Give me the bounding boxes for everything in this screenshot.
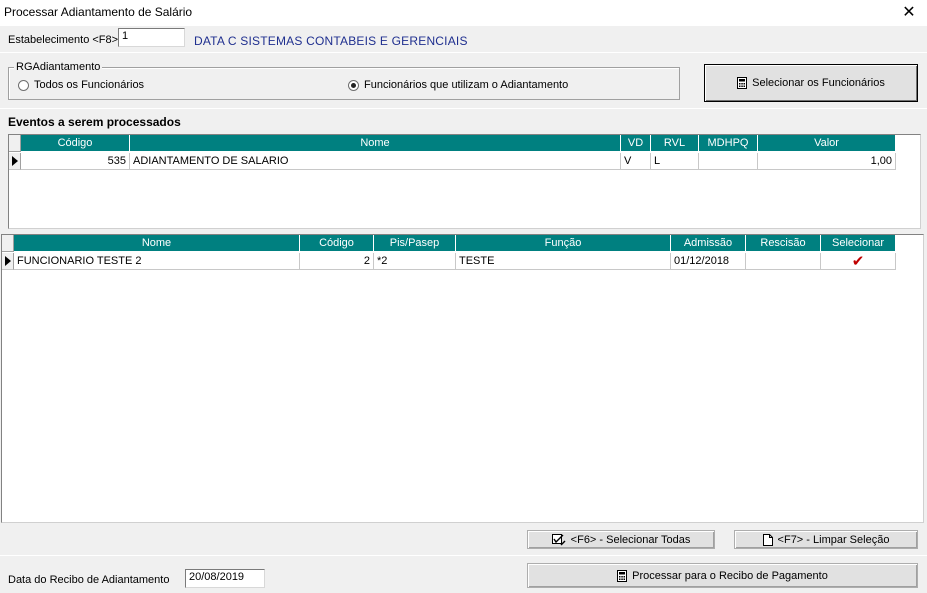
employee-funcao-cell[interactable]: TESTE xyxy=(456,253,671,270)
employees-grid: Nome Código Pis/Pasep Função Admissão Re… xyxy=(1,234,924,523)
col-header-codigo[interactable]: Código xyxy=(21,135,130,152)
check-edit-icon xyxy=(551,533,566,546)
employee-rescisao-cell[interactable] xyxy=(746,253,821,270)
employee-selected-check-icon[interactable]: ✔ xyxy=(821,253,896,270)
col-header-rvl[interactable]: RVL xyxy=(651,135,699,152)
select-employees-button[interactable]: Selecionar os Funcionários xyxy=(704,64,918,102)
select-all-button[interactable]: <F6> - Selecionar Todas xyxy=(527,530,715,549)
event-mdhpq-cell[interactable] xyxy=(699,153,758,170)
close-icon[interactable]: ✕ xyxy=(891,0,927,26)
event-codigo-cell[interactable]: 535 xyxy=(21,153,130,170)
employee-admissao-cell[interactable]: 01/12/2018 xyxy=(671,253,746,270)
select-employees-label: Selecionar os Funcionários xyxy=(752,77,885,89)
events-grid: Código Nome VD RVL MDHPQ Valor 535 ADIAN… xyxy=(8,134,921,229)
event-vd-cell[interactable]: V xyxy=(621,153,651,170)
employee-codigo-cell[interactable]: 2 xyxy=(300,253,374,270)
event-valor-cell[interactable]: 1,00 xyxy=(758,153,896,170)
estabelecimento-label: Estabelecimento <F8> xyxy=(8,34,119,46)
col-header-vd[interactable]: VD xyxy=(621,135,651,152)
employee-pis-cell[interactable]: *2 xyxy=(374,253,456,270)
radio-adiantamento-label: Funcionários que utilizam o Adiantamento xyxy=(364,79,569,91)
calculator-icon xyxy=(617,569,628,582)
title-bar: Processar Adiantamento de Salário ✕ xyxy=(0,0,927,26)
grid-header-indicator xyxy=(2,235,14,252)
col-header-pis-pasep[interactable]: Pis/Pasep xyxy=(374,235,456,252)
radio-circle-selected xyxy=(348,79,359,91)
col-header-codigo[interactable]: Código xyxy=(300,235,374,252)
col-header-nome[interactable]: Nome xyxy=(130,135,621,152)
col-header-mdhpq[interactable]: MDHPQ xyxy=(699,135,758,152)
process-receipt-label: Processar para o Recibo de Pagamento xyxy=(632,569,828,582)
radio-circle xyxy=(18,79,29,91)
estabelecimento-input[interactable]: 1 xyxy=(118,28,185,47)
select-all-label: <F6> - Selecionar Todas xyxy=(570,533,691,546)
events-section-title: Eventos a serem processados xyxy=(8,115,181,129)
col-header-admissao[interactable]: Admissão xyxy=(671,235,746,252)
row-indicator[interactable] xyxy=(2,253,14,270)
col-header-selecionar[interactable]: Selecionar xyxy=(821,235,896,252)
radio-funcionarios-adiantamento[interactable]: Funcionários que utilizam o Adiantamento xyxy=(348,79,568,91)
event-rvl-cell[interactable]: L xyxy=(651,153,699,170)
divider xyxy=(0,555,927,556)
company-name: DATA C SISTEMAS CONTABEIS E GERENCIAIS xyxy=(194,34,468,48)
col-header-nome[interactable]: Nome xyxy=(14,235,300,252)
divider xyxy=(0,108,927,109)
clear-selection-button[interactable]: <F7> - Limpar Seleção xyxy=(734,530,918,549)
event-nome-cell[interactable]: ADIANTAMENTO DE SALARIO xyxy=(130,153,621,170)
col-header-valor[interactable]: Valor xyxy=(758,135,896,152)
clear-selection-label: <F7> - Limpar Seleção xyxy=(777,533,890,546)
row-indicator[interactable] xyxy=(9,153,21,170)
grid-header-indicator xyxy=(9,135,21,152)
window-title: Processar Adiantamento de Salário xyxy=(4,5,193,19)
receipt-date-label: Data do Recibo de Adiantamento xyxy=(8,574,170,586)
radio-todos-label: Todos os Funcionários xyxy=(34,79,145,91)
process-receipt-button[interactable]: Processar para o Recibo de Pagamento xyxy=(527,563,918,588)
calculator-icon xyxy=(737,77,748,89)
receipt-date-input[interactable]: 20/08/2019 xyxy=(185,569,265,588)
document-icon xyxy=(762,533,773,546)
col-header-funcao[interactable]: Função xyxy=(456,235,671,252)
rg-adiantamento-legend: RGAdiantamento xyxy=(14,61,103,73)
radio-todos-funcionarios[interactable]: Todos os Funcionários xyxy=(18,79,144,91)
employee-nome-cell[interactable]: FUNCIONARIO TESTE 2 xyxy=(14,253,300,270)
col-header-rescisao[interactable]: Rescisão xyxy=(746,235,821,252)
divider xyxy=(0,52,927,53)
